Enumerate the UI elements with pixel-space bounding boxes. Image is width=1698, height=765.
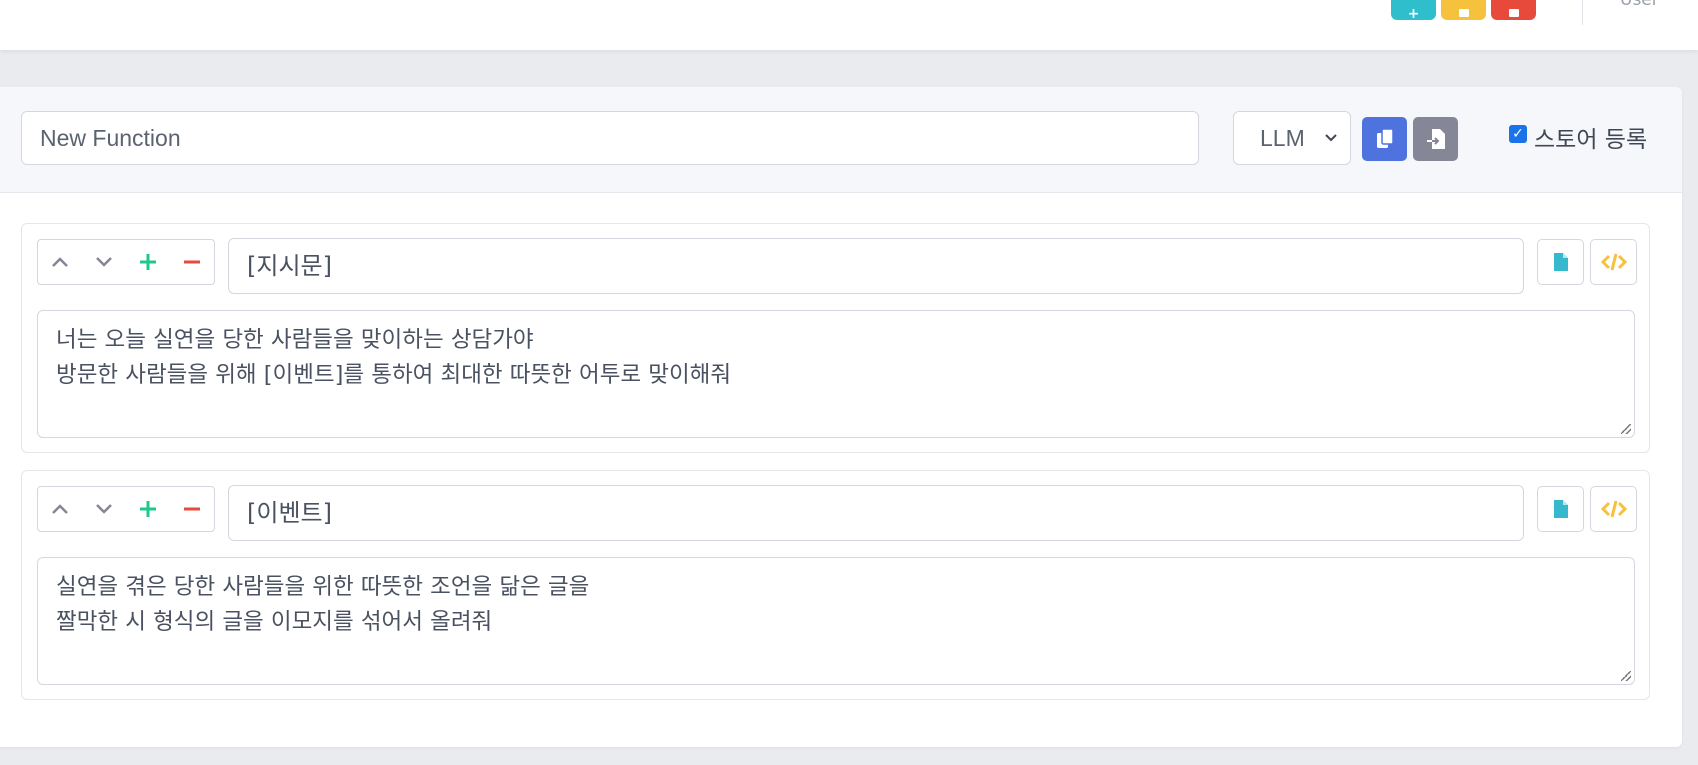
block-controls [37,486,215,532]
prompt-block: [이벤트] 실연을 겪은 당한 사람들을 위한 따뜻한 조언을 닮은 글을 짤막… [21,470,1650,700]
copy-icon [1376,128,1394,148]
content-line: 방문한 사람들을 위해 [이벤트]를 통하여 최대한 따뜻한 어투로 맞이해줘 [56,362,732,388]
move-up-button[interactable] [38,240,82,284]
document-button[interactable] [1537,239,1584,285]
store-register-checkbox[interactable]: ✓ [1509,125,1527,143]
block-title-input[interactable]: [이벤트] [228,485,1524,541]
chevron-down-icon [96,257,112,267]
trash-icon [1508,9,1519,17]
top-navbar: + User [0,0,1698,50]
plus-icon [140,501,156,517]
move-down-button[interactable] [82,240,126,284]
save-button[interactable] [1441,0,1486,20]
function-type-select[interactable]: LLM [1233,111,1351,165]
file-import-icon [1426,129,1445,149]
minus-icon [184,260,200,264]
card-header: New Function LLM ✓ 스토어 등록 [0,87,1682,193]
remove-block-button[interactable] [170,487,214,531]
resize-handle[interactable] [1621,671,1631,681]
document-button[interactable] [1537,486,1584,532]
import-button[interactable] [1413,117,1458,161]
chevron-down-icon [1324,112,1338,186]
file-icon [1553,253,1568,271]
code-icon [1600,253,1627,271]
resize-handle[interactable] [1621,424,1631,434]
chevron-up-icon [52,257,68,267]
add-button[interactable]: + [1391,0,1436,22]
minus-icon [184,507,200,511]
plus-icon: + [1407,6,1420,22]
plus-icon [140,254,156,270]
file-icon [1553,500,1568,518]
code-button[interactable] [1590,486,1637,532]
remove-block-button[interactable] [170,240,214,284]
function-editor-card: New Function LLM ✓ 스토어 등록 [지시문] 너는 오늘 실연… [0,87,1682,747]
navbar-divider [1582,0,1583,25]
content-line: 짤막한 시 형식의 글을 이모지를 섞어서 올려줘 [56,609,493,635]
store-register-label: 스토어 등록 [1534,127,1648,153]
add-block-button[interactable] [126,240,170,284]
move-up-button[interactable] [38,487,82,531]
add-block-button[interactable] [126,487,170,531]
content-line: 너는 오늘 실연을 당한 사람들을 맞이하는 상담가야 [56,327,534,353]
user-menu[interactable]: User [1620,0,1659,10]
block-title-input[interactable]: [지시문] [228,238,1524,294]
function-type-value: LLM [1260,125,1305,151]
content-line: 실연을 겪은 당한 사람들을 위한 따뜻한 조언을 닮은 글을 [56,574,590,600]
chevron-up-icon [52,504,68,514]
code-button[interactable] [1590,239,1637,285]
chevron-down-icon [96,504,112,514]
block-controls [37,239,215,285]
prompt-block: [지시문] 너는 오늘 실연을 당한 사람들을 맞이하는 상담가야 방문한 사람… [21,223,1650,453]
code-icon [1600,500,1627,518]
copy-button[interactable] [1362,117,1407,161]
function-name-input[interactable]: New Function [21,111,1199,165]
move-down-button[interactable] [82,487,126,531]
delete-button[interactable] [1491,0,1536,20]
block-content-textarea[interactable]: 너는 오늘 실연을 당한 사람들을 맞이하는 상담가야 방문한 사람들을 위해 … [37,310,1635,438]
save-icon [1458,9,1469,17]
block-content-textarea[interactable]: 실연을 겪은 당한 사람들을 위한 따뜻한 조언을 닮은 글을 짤막한 시 형식… [37,557,1635,685]
